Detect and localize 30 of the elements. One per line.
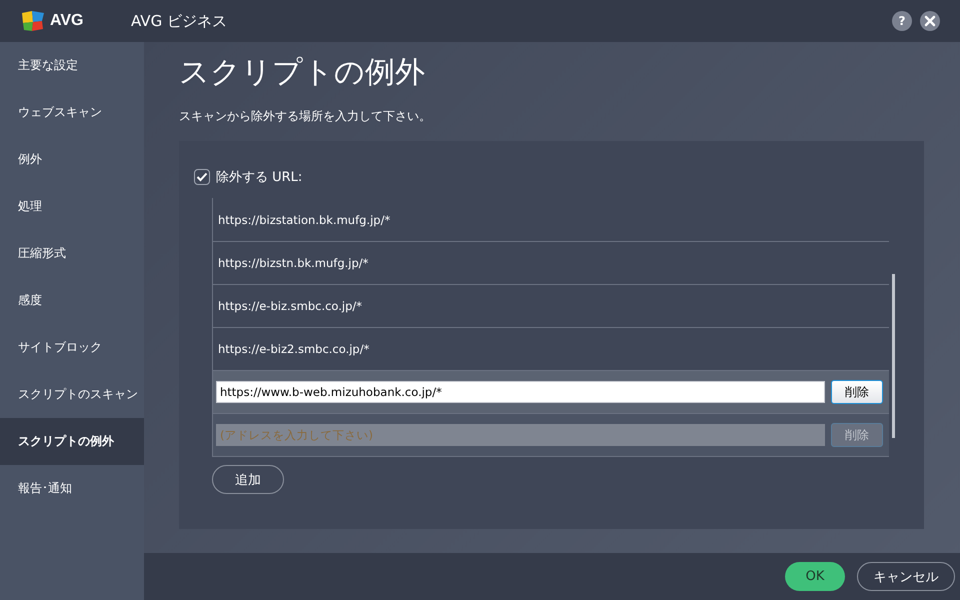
description-text: スキャンから除外する場所を入力して下さい。 <box>179 108 432 125</box>
sidebar-item[interactable]: 主要な設定 <box>0 42 144 89</box>
window-title: AVG ビジネス <box>131 12 227 30</box>
checkbox-label: 除外する URL: <box>216 169 302 186</box>
add-button[interactable]: 追加 <box>212 465 284 494</box>
url-text[interactable]: https://bizstation.bk.mufg.jp/* <box>218 212 390 226</box>
sidebar-item[interactable]: サイトブロック <box>0 324 144 371</box>
page-heading: スクリプトの例外 <box>179 54 426 92</box>
checkbox[interactable] <box>194 169 210 185</box>
sidebar-item[interactable]: 報告･通知 <box>0 465 144 512</box>
sidebar-item[interactable]: 処理 <box>0 183 144 230</box>
sidebar-item[interactable]: 圧縮形式 <box>0 230 144 277</box>
ok-button[interactable]: OK <box>785 562 845 591</box>
brand-name: AVG <box>50 12 84 30</box>
url-text[interactable]: https://e-biz2.smbc.co.jp/* <box>218 342 370 356</box>
cancel-button[interactable]: キャンセル <box>857 562 955 591</box>
url-text[interactable]: https://bizstn.bk.mufg.jp/* <box>218 256 368 270</box>
logo-icon <box>20 9 46 33</box>
sidebar-item[interactable]: 感度 <box>0 277 144 324</box>
url-text[interactable]: https://e-biz.smbc.co.jp/* <box>218 299 362 313</box>
help-button[interactable]: ? <box>892 11 912 31</box>
sidebar-item[interactable]: 例外 <box>0 136 144 183</box>
url-input-field[interactable]: https://www.b-web.mizuhobank.co.jp/* <box>216 381 825 403</box>
sidebar-item[interactable]: スクリプトのスキャン <box>0 371 144 418</box>
close-button[interactable] <box>920 11 940 31</box>
scrollbar[interactable] <box>892 274 895 438</box>
sidebar-item[interactable]: ウェブスキャン <box>0 89 144 136</box>
delete-button[interactable]: 削除 <box>831 380 883 404</box>
close-icon <box>924 15 936 27</box>
sidebar-item[interactable]: スクリプトの例外 <box>0 418 144 465</box>
